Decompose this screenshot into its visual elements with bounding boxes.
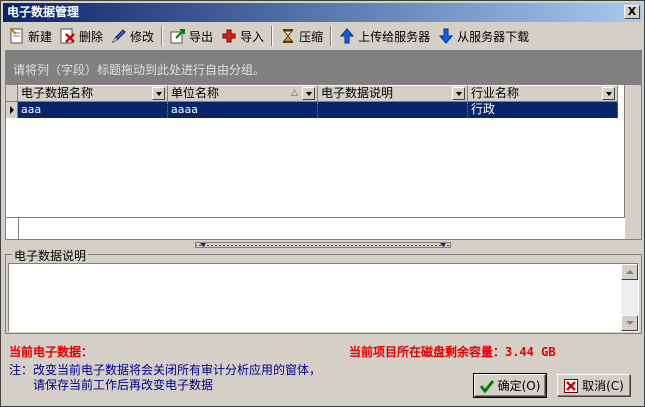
toolbar-separator bbox=[161, 26, 164, 46]
arrow-down-icon bbox=[440, 243, 446, 247]
scrollbar-divider bbox=[18, 218, 19, 240]
column-header-data-description[interactable]: 电子数据说明 bbox=[318, 85, 468, 102]
ok-label: 确定(O) bbox=[497, 379, 541, 393]
header-indicator bbox=[6, 85, 18, 102]
current-data-label: 当前电子数据： bbox=[9, 345, 94, 359]
row-indicator-icon bbox=[6, 102, 18, 118]
grid-header: 电子数据名称 单位名称 △ 电子数据说明 行业名称 bbox=[6, 85, 618, 102]
disk-space-label: 当前项目所在磁盘剩余容量：3.44 GB bbox=[349, 345, 556, 359]
group-by-hint: 请将列（字段）标题拖动到此处进行自由分组。 bbox=[13, 63, 266, 77]
import-button[interactable]: 导入 bbox=[217, 25, 268, 47]
table-cell[interactable]: aaaa bbox=[168, 102, 318, 118]
sort-ascending-icon: △ bbox=[291, 88, 298, 98]
plus-icon bbox=[221, 28, 237, 44]
chevron-down-icon[interactable] bbox=[602, 87, 615, 100]
data-manager-window: 电子数据管理 X 新建 删除 修改 导出 导入 压缩 上传给服务器 从服务器下载… bbox=[0, 0, 645, 407]
scroll-down-button[interactable] bbox=[621, 315, 638, 331]
download-label: 从服务器下载 bbox=[457, 29, 530, 44]
close-button[interactable]: X bbox=[624, 5, 640, 19]
export-icon bbox=[170, 28, 186, 44]
description-textarea[interactable] bbox=[8, 263, 639, 332]
scroll-up-button[interactable] bbox=[621, 264, 638, 280]
arrow-down-icon bbox=[438, 28, 454, 44]
hourglass-icon bbox=[280, 28, 296, 44]
delete-icon bbox=[60, 28, 76, 44]
toolbar: 新建 删除 修改 导出 导入 压缩 上传给服务器 从服务器下载 bbox=[5, 24, 642, 48]
import-label: 导入 bbox=[240, 29, 265, 44]
compress-button[interactable]: 压缩 bbox=[276, 25, 327, 47]
note-line-2: 请保存当前工作后再改变电子数据 bbox=[33, 378, 214, 392]
description-label: 电子数据说明 bbox=[12, 247, 89, 264]
column-header-data-name[interactable]: 电子数据名称 bbox=[18, 85, 168, 102]
ok-button[interactable]: 确定(O) bbox=[473, 373, 547, 398]
toolbar-separator bbox=[330, 26, 333, 46]
new-button[interactable]: 新建 bbox=[5, 25, 56, 47]
delete-button[interactable]: 删除 bbox=[56, 25, 107, 47]
table-row[interactable]: aaa aaaa 行政 bbox=[6, 102, 618, 118]
table-cell[interactable]: aaa bbox=[18, 102, 168, 118]
panel-splitter[interactable] bbox=[195, 242, 451, 248]
delete-label: 删除 bbox=[79, 29, 104, 44]
window-title: 电子数据管理 bbox=[7, 5, 80, 19]
pencil-icon bbox=[111, 28, 127, 44]
upload-button[interactable]: 上传给服务器 bbox=[335, 25, 434, 47]
table-cell[interactable]: 行政 bbox=[468, 102, 618, 118]
title-bar[interactable]: 电子数据管理 X bbox=[3, 3, 642, 22]
toolbar-separator bbox=[271, 26, 274, 46]
close-icon bbox=[564, 378, 579, 393]
column-header-unit-name[interactable]: 单位名称 △ bbox=[168, 85, 318, 102]
compress-label: 压缩 bbox=[299, 29, 324, 44]
cancel-button[interactable]: 取消(C) bbox=[557, 374, 631, 397]
chevron-down-icon[interactable] bbox=[302, 87, 315, 100]
export-button[interactable]: 导出 bbox=[166, 25, 217, 47]
export-label: 导出 bbox=[189, 29, 214, 44]
description-scrollbar[interactable] bbox=[621, 264, 638, 331]
grid-vertical-scrollbar[interactable] bbox=[624, 85, 641, 239]
cancel-label: 取消(C) bbox=[582, 379, 624, 393]
arrow-down-icon bbox=[200, 243, 206, 247]
chevron-down-icon[interactable] bbox=[152, 87, 165, 100]
download-button[interactable]: 从服务器下载 bbox=[434, 25, 533, 47]
column-header-industry-name[interactable]: 行业名称 bbox=[468, 85, 618, 102]
edit-label: 修改 bbox=[130, 29, 155, 44]
new-document-icon bbox=[9, 28, 25, 44]
data-grid[interactable]: 电子数据名称 单位名称 △ 电子数据说明 行业名称 aaa aaaa 行政 bbox=[5, 84, 642, 240]
edit-button[interactable]: 修改 bbox=[107, 25, 158, 47]
grid-horizontal-scrollbar[interactable] bbox=[6, 217, 625, 240]
checkmark-icon bbox=[479, 379, 494, 393]
upload-label: 上传给服务器 bbox=[358, 29, 431, 44]
group-by-panel[interactable]: 请将列（字段）标题拖动到此处进行自由分组。 bbox=[5, 50, 642, 84]
chevron-down-icon[interactable] bbox=[452, 87, 465, 100]
description-group: 电子数据说明 bbox=[5, 247, 642, 334]
arrow-up-icon bbox=[339, 28, 355, 44]
table-cell[interactable] bbox=[318, 102, 468, 118]
new-label: 新建 bbox=[28, 29, 53, 44]
